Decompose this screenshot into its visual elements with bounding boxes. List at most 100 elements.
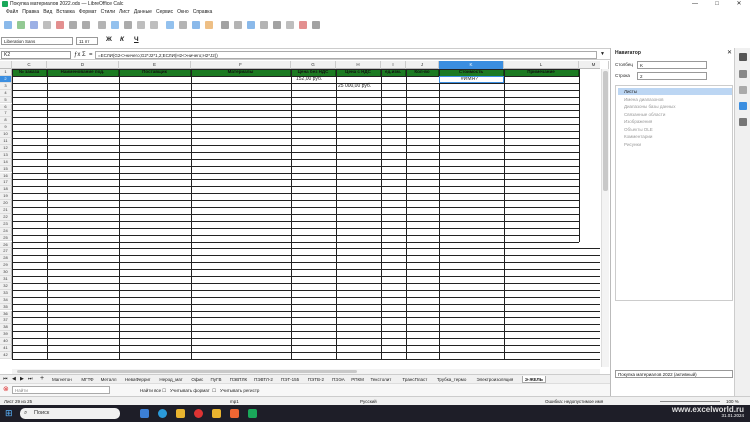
row-header[interactable]: 19	[0, 193, 12, 201]
row-header[interactable]: 36	[0, 310, 12, 318]
match-format-checkbox[interactable]: ☐	[162, 387, 166, 394]
header-cell[interactable]: Примечание	[504, 69, 579, 76]
row-spinbox[interactable]: 2	[637, 72, 707, 80]
header-cell[interactable]: Стоимость	[439, 69, 504, 76]
row-header[interactable]: 14	[0, 158, 12, 166]
horizontal-scroll-thumb[interactable]	[17, 370, 357, 373]
row-header[interactable]: 27	[0, 248, 12, 256]
navigator-icon[interactable]	[739, 102, 747, 110]
close-find-icon[interactable]: ⊗	[3, 385, 9, 393]
column-header-m[interactable]: M	[579, 61, 609, 69]
sheet-tab[interactable]: ПЭВТЛК	[228, 376, 249, 383]
cell-h3[interactable]: 25 000,00 руб.	[338, 83, 371, 90]
paste-icon[interactable]	[124, 21, 132, 29]
font-size-box[interactable]: 11 пт	[76, 37, 98, 45]
next-sheet-icon[interactable]: ▶	[20, 376, 24, 382]
calc-taskbar-icon[interactable]	[248, 409, 257, 418]
menu-item[interactable]: Лист	[119, 8, 130, 17]
navigator-tree-item[interactable]: Комментарии	[624, 133, 652, 140]
column-header-c[interactable]: C	[12, 61, 47, 69]
menu-item[interactable]: Сервис	[156, 8, 173, 17]
sum-icon[interactable]: Σ	[82, 51, 86, 59]
yandex-icon[interactable]	[230, 409, 239, 418]
sheet-tab[interactable]: Офис	[189, 376, 205, 383]
pdf-icon[interactable]	[56, 21, 64, 29]
row-header[interactable]: 5	[0, 96, 12, 104]
name-box[interactable]: K2	[1, 51, 71, 59]
menu-item[interactable]: Правка	[22, 8, 39, 17]
row-header[interactable]: 12	[0, 144, 12, 152]
row-header[interactable]: 3	[0, 82, 12, 90]
row-header[interactable]: 22	[0, 213, 12, 221]
taskbar-search[interactable]: ⌕ Поиск	[20, 408, 120, 419]
menu-item[interactable]: Данные	[134, 8, 152, 17]
column-icon[interactable]	[234, 21, 242, 29]
navigator-tree-item[interactable]: Связанные области	[624, 111, 665, 118]
sheet-tab[interactable]: МГТФ	[79, 376, 95, 383]
row-header[interactable]: 13	[0, 151, 12, 159]
menu-item[interactable]: Окно	[177, 8, 189, 17]
select-all-corner[interactable]	[0, 61, 12, 69]
column-header-d[interactable]: D	[47, 61, 119, 69]
row-header[interactable]: 20	[0, 200, 12, 207]
find-input[interactable]: Найти	[12, 386, 110, 394]
last-sheet-icon[interactable]: ⏭	[28, 376, 33, 382]
formula-equals-icon[interactable]: =	[89, 51, 93, 59]
row-header[interactable]: 2	[0, 75, 12, 83]
row-header[interactable]: 21	[0, 207, 12, 214]
special-char-icon[interactable]	[299, 21, 307, 29]
zoom-slider[interactable]	[660, 401, 720, 402]
menu-item[interactable]: Стили	[101, 8, 115, 17]
row-header[interactable]: 34	[0, 296, 12, 304]
column-header-g[interactable]: G	[291, 61, 336, 69]
export-icon[interactable]	[43, 21, 51, 29]
find-all-button[interactable]: Найти все	[140, 387, 161, 394]
vertical-scroll-thumb[interactable]	[603, 71, 608, 191]
sheet-tab[interactable]: ПЭЭА	[330, 376, 347, 383]
sheet-tab[interactable]: Металл	[99, 376, 119, 383]
navigator-tree-item[interactable]: Имена диапазонов	[624, 96, 664, 103]
navigator-tree-item[interactable]: Объекты OLE	[624, 126, 653, 133]
row-header[interactable]: 40	[0, 338, 12, 345]
row-header[interactable]: 4	[0, 89, 12, 97]
add-sheet-icon[interactable]: +	[40, 375, 44, 382]
sort-icon[interactable]	[247, 21, 255, 29]
comment-icon[interactable]	[312, 21, 320, 29]
sheet-tab[interactable]: ТрансПласт	[400, 376, 429, 383]
navigator-close-icon[interactable]: ✕	[727, 49, 732, 56]
spelling-icon[interactable]	[205, 21, 213, 29]
menu-item[interactable]: Вставка	[56, 8, 75, 17]
chrome-icon[interactable]	[194, 409, 203, 418]
row-header[interactable]: 33	[0, 289, 12, 297]
navigator-tree[interactable]: Листы Имена диапазонов Диапазоны базы данн…	[615, 85, 733, 301]
row-icon[interactable]	[221, 21, 229, 29]
row-header[interactable]: 15	[0, 165, 12, 173]
styles-icon[interactable]	[739, 86, 747, 94]
row-header[interactable]: 10	[0, 131, 12, 138]
windows-start-icon[interactable]: ⊞	[5, 408, 13, 419]
column-spinbox[interactable]: K	[637, 61, 707, 69]
column-header-f[interactable]: F	[191, 61, 291, 69]
row-header[interactable]: 41	[0, 345, 12, 352]
row-header[interactable]: 18	[0, 186, 12, 194]
match-case-checkbox[interactable]: ☐	[212, 387, 216, 394]
row-header[interactable]: 1	[0, 69, 12, 76]
header-cell[interactable]: Цена без НДС	[291, 69, 336, 76]
row-header[interactable]: 37	[0, 317, 12, 325]
row-header[interactable]: 29	[0, 262, 12, 270]
row-header[interactable]: 35	[0, 303, 12, 311]
header-cell[interactable]: Материалы	[191, 69, 291, 76]
redo-icon[interactable]	[179, 21, 187, 29]
navigator-tree-item[interactable]: Диапазоны базы данных	[624, 103, 676, 110]
menu-item[interactable]: Формат	[79, 8, 97, 17]
column-header-j[interactable]: J	[406, 61, 439, 69]
taskview-icon[interactable]	[140, 409, 149, 418]
header-cell[interactable]: Кол-во	[406, 69, 439, 76]
save-icon[interactable]	[30, 21, 38, 29]
open-icon[interactable]	[17, 21, 25, 29]
cell-g2[interactable]: 152,00 руб.	[296, 76, 322, 83]
sheet-tab[interactable]: Электроизоляция	[475, 376, 516, 383]
cut-icon[interactable]	[98, 21, 106, 29]
new-icon[interactable]	[4, 21, 12, 29]
first-sheet-icon[interactable]: ⏮	[3, 376, 8, 382]
